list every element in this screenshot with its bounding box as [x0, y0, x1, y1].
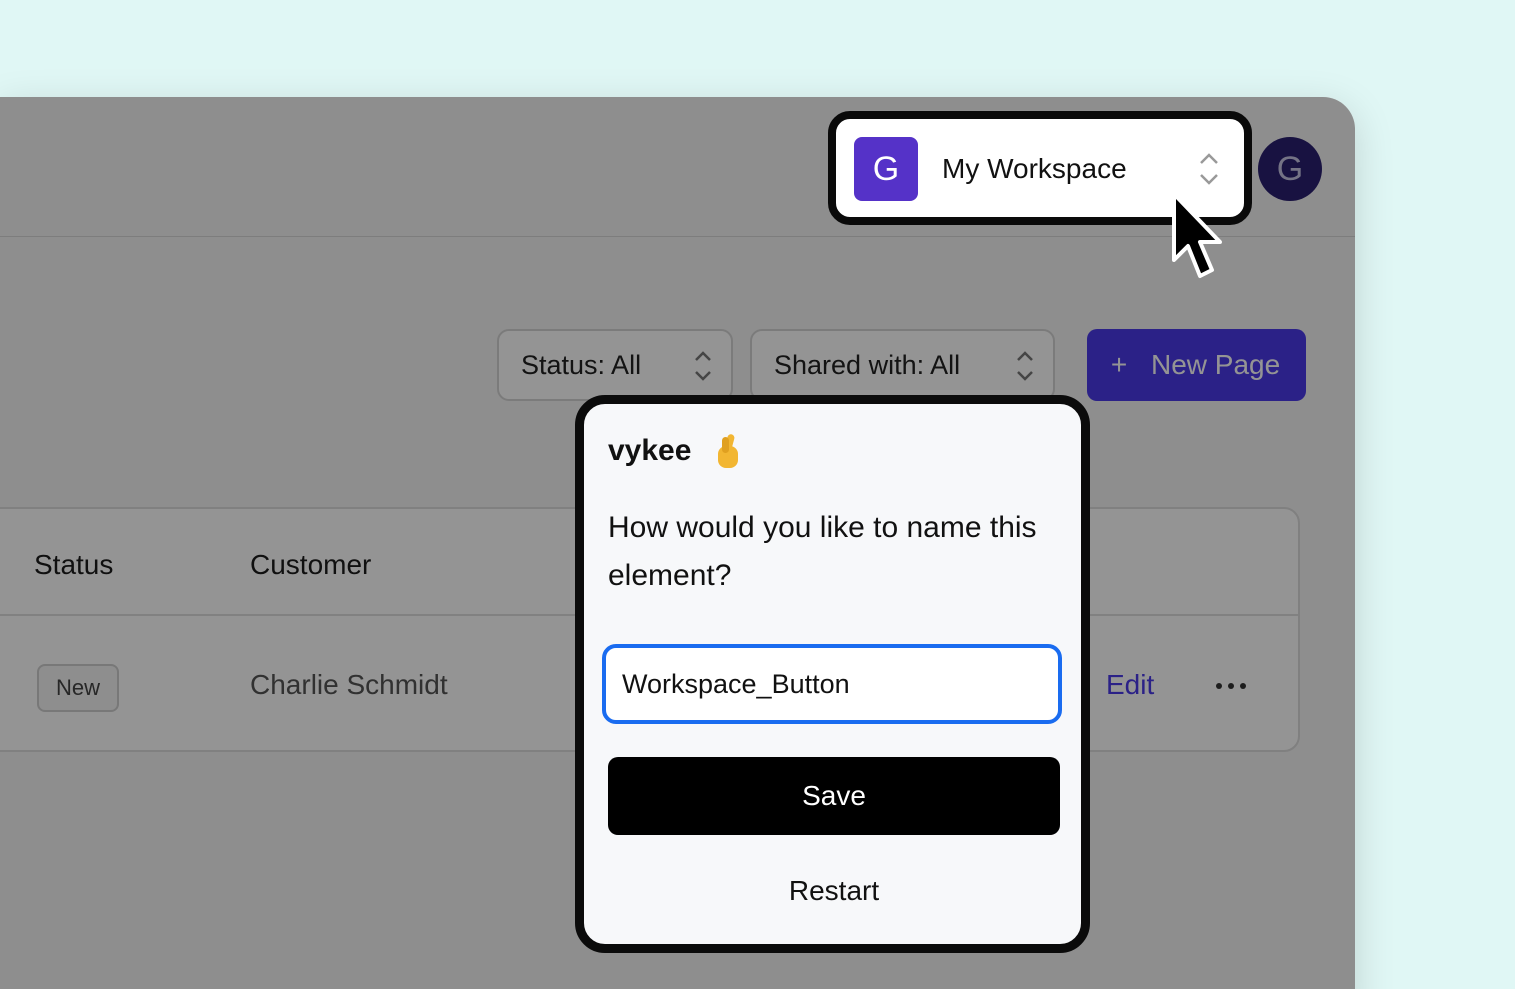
save-button[interactable]: Save [608, 757, 1060, 835]
dialog-brand: vykee [608, 434, 692, 467]
crossed-fingers-icon [718, 434, 738, 468]
restart-button[interactable]: Restart [608, 866, 1060, 916]
workspace-name: My Workspace [942, 153, 1127, 184]
chevron-up-down-icon [1200, 153, 1218, 185]
name-element-dialog: vykee How would you like to name this el… [575, 395, 1090, 953]
dialog-question: How would you like to name this element? [608, 511, 1037, 592]
workspace-avatar: G [854, 137, 918, 201]
mouse-cursor-icon [1172, 192, 1222, 278]
element-name-input[interactable] [602, 644, 1062, 724]
